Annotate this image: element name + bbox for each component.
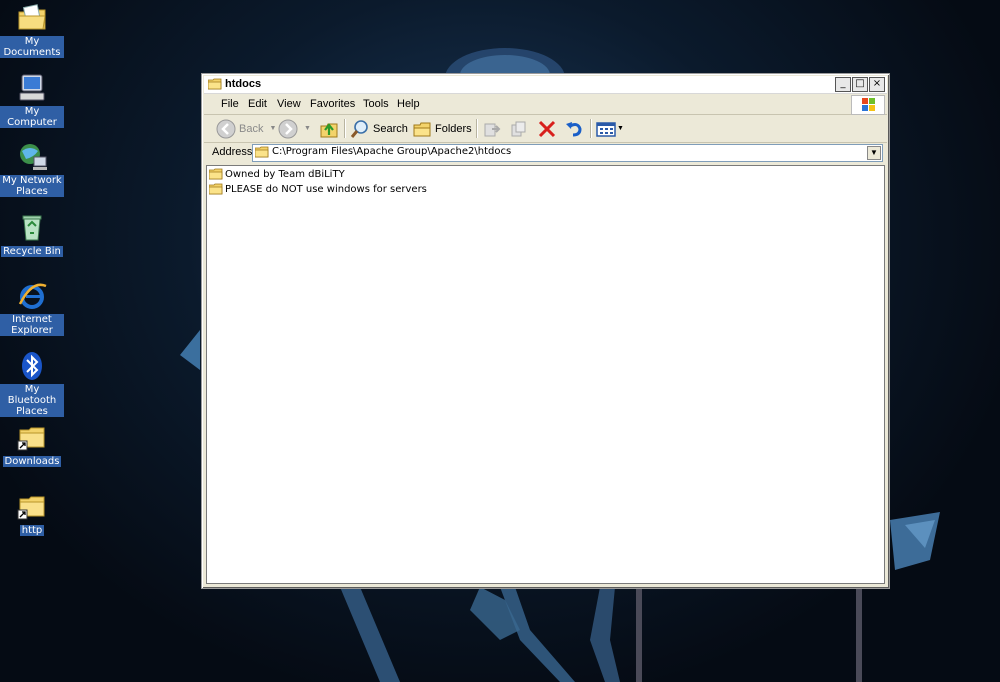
internet-explorer-icon bbox=[18, 283, 47, 309]
window-title: htdocs bbox=[225, 78, 262, 90]
folders-label: Folders bbox=[435, 122, 472, 135]
up-folder-icon bbox=[320, 122, 338, 137]
network-places-icon bbox=[20, 144, 47, 170]
desktop-icon-http[interactable]: http bbox=[0, 490, 64, 536]
views-icon bbox=[596, 121, 616, 137]
desktop-icon-my-documents[interactable]: My Documents bbox=[0, 2, 64, 58]
windows-logo-icon bbox=[851, 95, 885, 115]
title-bar[interactable]: htdocs _ □ × bbox=[204, 76, 887, 94]
desktop-icon-label: http bbox=[19, 525, 45, 536]
menu-bar: File Edit View Favorites Tools Help bbox=[204, 95, 887, 115]
desktop-icon-label: Internet Explorer bbox=[0, 314, 64, 336]
menu-favorites[interactable]: Favorites bbox=[310, 98, 355, 110]
address-label: Address bbox=[212, 146, 253, 158]
copy-to-button[interactable] bbox=[509, 118, 529, 139]
address-bar: Address C:\Program Files\Apache Group\Ap… bbox=[204, 143, 887, 163]
forward-dropdown-icon[interactable]: ▼ bbox=[304, 125, 311, 132]
menu-edit[interactable]: Edit bbox=[248, 98, 267, 110]
views-button[interactable]: ▼ bbox=[596, 118, 624, 139]
back-arrow-icon bbox=[216, 119, 236, 138]
desktop-icon-label: My Bluetooth Places bbox=[0, 384, 64, 417]
folders-button[interactable]: Folders bbox=[412, 118, 472, 139]
delete-button[interactable] bbox=[537, 118, 557, 139]
menu-help[interactable]: Help bbox=[397, 98, 420, 110]
menu-file[interactable]: File bbox=[221, 98, 239, 110]
file-name: PLEASE do NOT use windows for servers bbox=[225, 183, 427, 195]
file-list: Owned by Team dBiLiTY PLEASE do NOT use … bbox=[206, 165, 885, 584]
desktop-icon-internet-explorer[interactable]: Internet Explorer bbox=[0, 280, 64, 336]
toolbar-separator bbox=[590, 119, 591, 138]
search-button[interactable]: Search bbox=[350, 118, 408, 139]
desktop-icon-label: Recycle Bin bbox=[1, 246, 63, 257]
maximize-button[interactable]: □ bbox=[852, 77, 868, 92]
address-field[interactable]: C:\Program Files\Apache Group\Apache2\ht… bbox=[252, 144, 883, 162]
file-name: Owned by Team dBiLiTY bbox=[225, 168, 345, 180]
list-item[interactable]: PLEASE do NOT use windows for servers bbox=[209, 182, 427, 196]
bluetooth-icon bbox=[22, 352, 42, 380]
desktop-icon-label: My Computer bbox=[0, 106, 64, 128]
undo-button[interactable] bbox=[564, 118, 584, 139]
back-button[interactable]: Back ▼ bbox=[216, 118, 276, 139]
folder-shortcut-icon bbox=[17, 496, 45, 520]
my-documents-icon bbox=[18, 4, 46, 30]
menu-tools[interactable]: Tools bbox=[363, 98, 389, 110]
recycle-bin-icon bbox=[22, 215, 42, 241]
minimize-button[interactable]: _ bbox=[835, 77, 851, 92]
undo-icon bbox=[566, 121, 582, 136]
search-label: Search bbox=[373, 122, 408, 135]
back-dropdown-icon[interactable]: ▼ bbox=[269, 125, 276, 132]
folder-icon bbox=[209, 168, 223, 180]
folder-icon bbox=[208, 78, 222, 90]
folders-icon bbox=[413, 122, 431, 136]
delete-icon bbox=[538, 120, 556, 137]
move-to-button[interactable] bbox=[482, 118, 502, 139]
menu-view[interactable]: View bbox=[277, 98, 301, 110]
desktop-icon-downloads[interactable]: Downloads bbox=[0, 421, 64, 467]
up-folder-button[interactable] bbox=[319, 118, 339, 139]
explorer-window: htdocs _ □ × File Edit View Favorites To… bbox=[201, 73, 890, 589]
window-controls: _ □ × bbox=[835, 77, 885, 92]
desktop-icon-recycle-bin[interactable]: Recycle Bin bbox=[0, 211, 64, 257]
move-to-icon bbox=[484, 123, 501, 136]
views-dropdown-icon[interactable]: ▼ bbox=[617, 125, 624, 132]
toolbar-separator bbox=[476, 119, 477, 138]
desktop-icon-my-bluetooth-places[interactable]: My Bluetooth Places bbox=[0, 350, 64, 417]
toolbar-separator bbox=[344, 119, 345, 138]
copy-to-icon bbox=[511, 121, 526, 136]
folder-shortcut-icon bbox=[17, 427, 45, 451]
desktop-icon-label: My Network Places bbox=[0, 175, 64, 197]
address-value: C:\Program Files\Apache Group\Apache2\ht… bbox=[272, 146, 512, 157]
toolbar: Back ▼ ▼ Search Folders ▼ bbox=[204, 115, 887, 143]
list-item[interactable]: Owned by Team dBiLiTY bbox=[209, 167, 345, 181]
forward-button[interactable]: ▼ bbox=[278, 118, 311, 139]
address-dropdown-button[interactable]: ▼ bbox=[867, 146, 881, 160]
folder-icon bbox=[255, 146, 269, 158]
back-label: Back bbox=[239, 122, 264, 135]
my-computer-icon bbox=[19, 74, 45, 101]
desktop-icon-label: My Documents bbox=[0, 36, 64, 58]
desktop-icon-label: Downloads bbox=[2, 456, 62, 467]
close-button[interactable]: × bbox=[869, 77, 885, 92]
search-icon bbox=[350, 119, 368, 138]
desktop-icon-my-network-places[interactable]: My Network Places bbox=[0, 141, 64, 197]
forward-arrow-icon bbox=[278, 119, 298, 138]
folder-icon bbox=[209, 183, 223, 195]
desktop-icon-my-computer[interactable]: My Computer bbox=[0, 72, 64, 128]
